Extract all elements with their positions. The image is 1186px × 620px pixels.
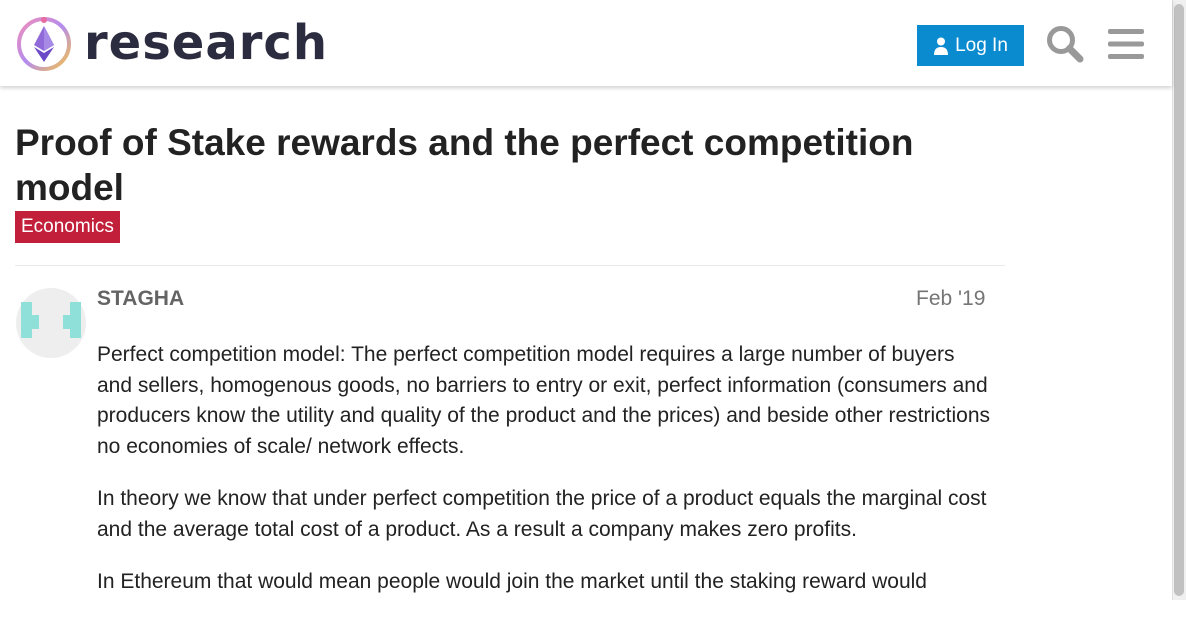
- site-logo-text[interactable]: research: [84, 14, 328, 72]
- post-paragraph: In theory we know that under perfect com…: [97, 487, 987, 541]
- post-paragraph: In Ethereum that would mean people would…: [97, 570, 927, 593]
- post-paragraph: Perfect competition model: The perfect c…: [97, 343, 991, 458]
- divider: [15, 265, 1005, 266]
- search-icon[interactable]: [1045, 24, 1085, 64]
- user-avatar[interactable]: [16, 288, 86, 358]
- login-button[interactable]: Log In: [917, 25, 1024, 66]
- scrollbar-thumb[interactable]: [1174, 4, 1184, 596]
- logo-icon[interactable]: [16, 16, 72, 72]
- post-date[interactable]: Feb '19: [916, 287, 985, 311]
- login-button-label: Log In: [955, 34, 1008, 56]
- topic-title[interactable]: Proof of Stake rewards and the perfect c…: [15, 120, 995, 210]
- post-body: Perfect competition model: The perfect c…: [97, 340, 992, 620]
- hamburger-menu-icon[interactable]: [1108, 27, 1144, 61]
- category-badge[interactable]: Economics: [15, 211, 120, 243]
- site-header: research Log In: [0, 0, 1172, 86]
- post-author[interactable]: STAGHA: [97, 287, 184, 311]
- user-icon: [934, 37, 949, 55]
